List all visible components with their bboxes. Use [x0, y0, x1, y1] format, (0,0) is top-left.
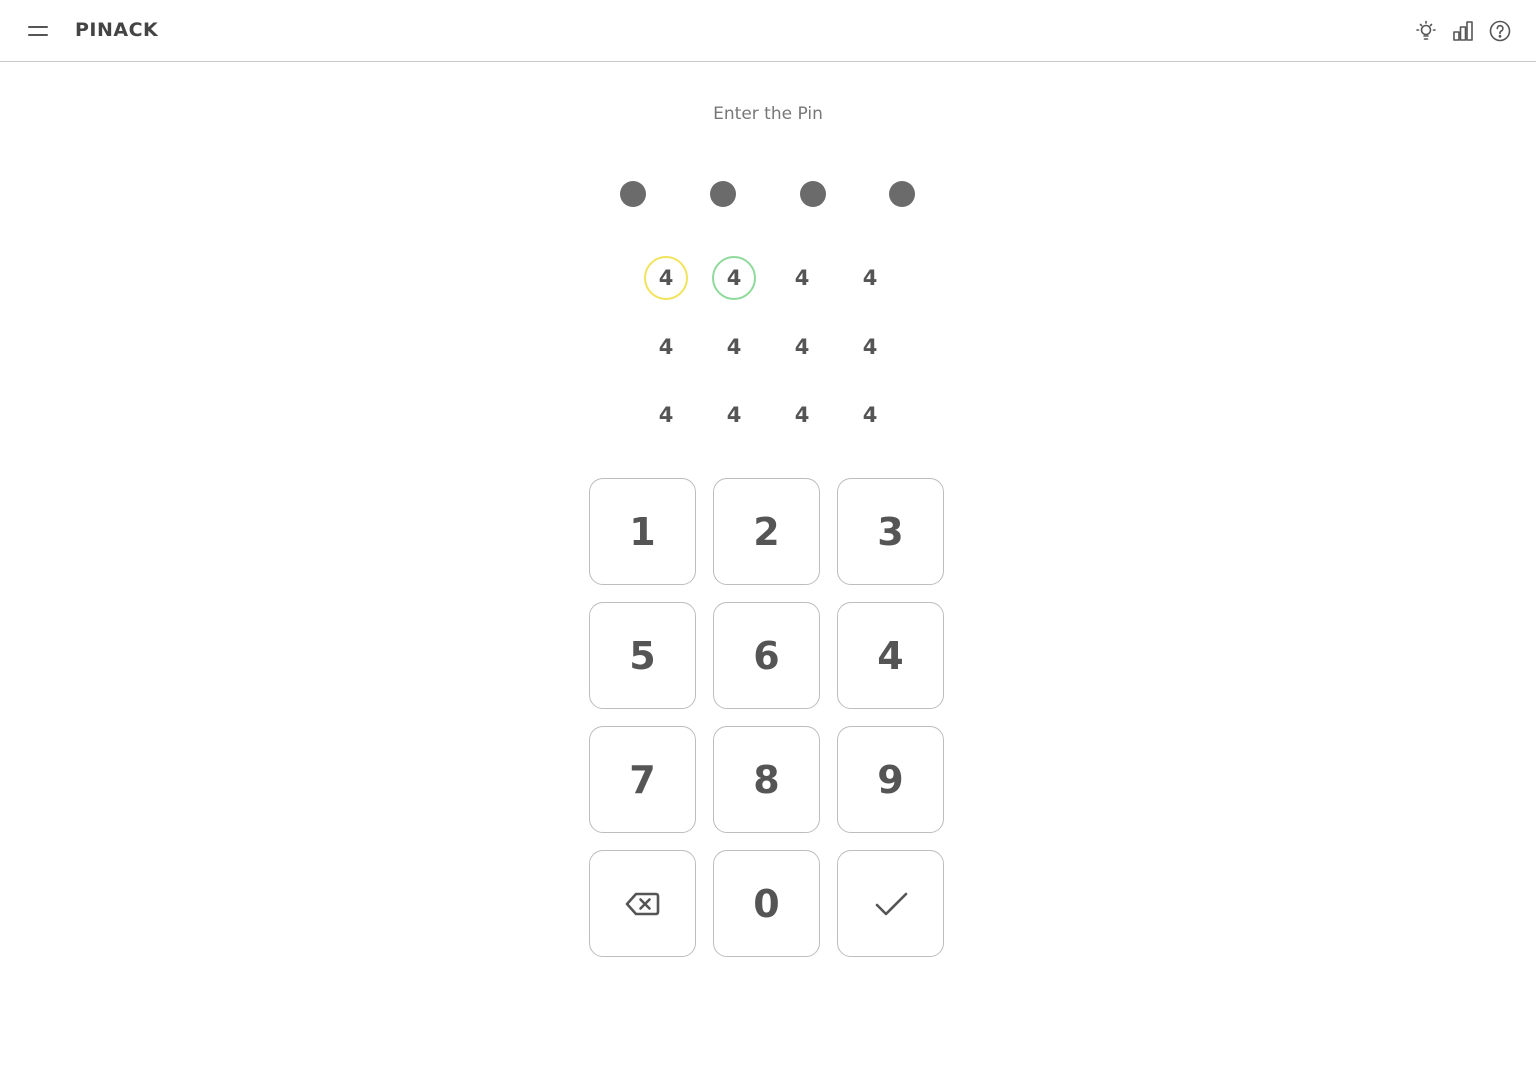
grid-cell: 4 — [726, 403, 742, 427]
check-icon — [875, 892, 907, 915]
grid-cell-highlight-yellow: 4 — [644, 256, 688, 300]
pin-keypad: 1 2 3 5 6 4 7 8 9 0 — [589, 478, 944, 957]
backspace-icon — [625, 892, 659, 915]
pin-dot — [710, 181, 736, 207]
pin-dots — [620, 181, 920, 209]
key-6[interactable]: 6 — [713, 602, 820, 709]
menu-button[interactable] — [22, 18, 54, 44]
grid-cell: 4 — [794, 266, 810, 290]
grid-cell: 4 — [862, 403, 878, 427]
grid-cell: 4 — [794, 403, 810, 427]
key-9[interactable]: 9 — [837, 726, 944, 833]
app-title: PINACK — [75, 19, 159, 41]
key-1[interactable]: 1 — [589, 478, 696, 585]
number-grid: 4 4 4 4 4 4 4 4 4 4 4 4 — [642, 256, 894, 438]
key-5[interactable]: 5 — [589, 602, 696, 709]
key-4[interactable]: 4 — [837, 602, 944, 709]
key-0[interactable]: 0 — [713, 850, 820, 957]
grid-cell: 4 — [794, 335, 810, 359]
menu-icon-line — [28, 26, 48, 28]
grid-cell: 4 — [862, 335, 878, 359]
grid-cell: 4 — [658, 335, 674, 359]
enter-pin-prompt: Enter the Pin — [713, 104, 823, 124]
bar-chart-icon[interactable] — [1449, 17, 1477, 45]
top-bar: PINACK — [0, 0, 1536, 62]
backspace-button[interactable] — [589, 850, 696, 957]
help-icon[interactable] — [1486, 17, 1514, 45]
confirm-button[interactable] — [837, 850, 944, 957]
grid-cell: 4 — [726, 335, 742, 359]
grid-cell-highlight-green: 4 — [712, 256, 756, 300]
menu-icon-line — [28, 34, 48, 36]
grid-cell: 4 — [658, 403, 674, 427]
pin-dot — [620, 181, 646, 207]
key-7[interactable]: 7 — [589, 726, 696, 833]
pin-dot — [889, 181, 915, 207]
grid-cell: 4 — [862, 266, 878, 290]
key-2[interactable]: 2 — [713, 478, 820, 585]
lightbulb-icon[interactable] — [1412, 17, 1440, 45]
pin-dot — [800, 181, 826, 207]
key-8[interactable]: 8 — [713, 726, 820, 833]
header-actions — [1412, 17, 1514, 45]
key-3[interactable]: 3 — [837, 478, 944, 585]
